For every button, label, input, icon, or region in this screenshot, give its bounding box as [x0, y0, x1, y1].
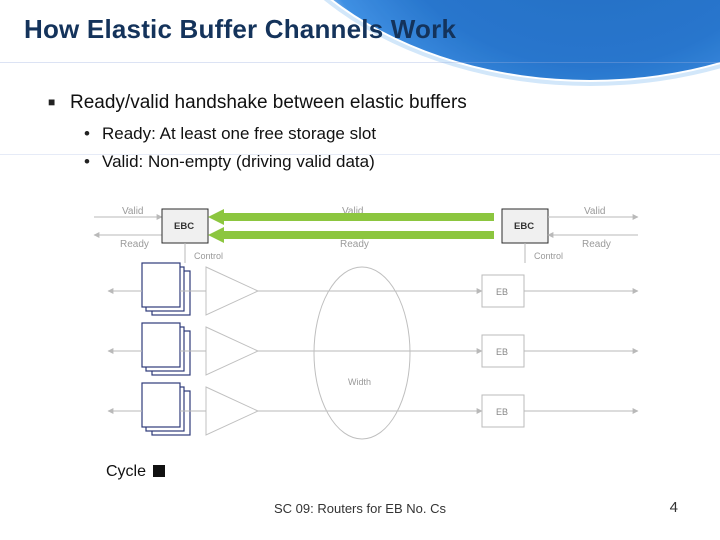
divider-line-top: [0, 62, 720, 63]
label-ready-right: Ready: [582, 239, 611, 250]
page-number: 4: [670, 499, 678, 516]
bullet-sub-ready: Ready: At least one free storage slot: [84, 124, 680, 144]
diagram-svg: Valid Ready EBC EBC Valid Ready Valid Re…: [90, 205, 650, 460]
sub-bullet-list: Ready: At least one free storage slot Va…: [84, 124, 680, 172]
label-width: Width: [348, 377, 371, 387]
slide-title: How Elastic Buffer Channels Work: [24, 14, 456, 45]
footer-text: SC 09: Routers for EB No. Cs: [0, 501, 720, 516]
eb-column-right: EB EB EB: [482, 275, 638, 427]
drivers: [206, 267, 258, 435]
body-text: Ready/valid handshake between elastic bu…: [48, 92, 680, 180]
bullet-main: Ready/valid handshake between elastic bu…: [48, 92, 680, 114]
label-valid-left: Valid: [122, 206, 144, 217]
label-ready-left: Ready: [120, 239, 149, 250]
ebc-text-right: EBC: [514, 221, 534, 232]
svg-text:EB: EB: [496, 287, 508, 297]
svg-text:EB: EB: [496, 407, 508, 417]
label-valid-right: Valid: [584, 206, 606, 217]
label-control-left: Control: [194, 251, 223, 261]
bullet-sub-valid: Valid: Non-empty (driving valid data): [84, 152, 680, 172]
label-ready-mid: Ready: [340, 239, 369, 250]
bullet-list: Ready/valid handshake between elastic bu…: [48, 92, 680, 114]
svg-text:EB: EB: [496, 347, 508, 357]
buffer-column-left: [142, 263, 190, 435]
diagram-area: Valid Ready EBC EBC Valid Ready Valid Re…: [90, 205, 650, 460]
slide-root: How Elastic Buffer Channels Work Ready/v…: [0, 0, 720, 540]
ebc-text-left: EBC: [174, 221, 194, 232]
label-control-right: Control: [534, 251, 563, 261]
width-oval: [314, 267, 410, 439]
cycle-label: Cycle: [106, 463, 165, 481]
cycle-counter-glyph: [153, 465, 165, 477]
